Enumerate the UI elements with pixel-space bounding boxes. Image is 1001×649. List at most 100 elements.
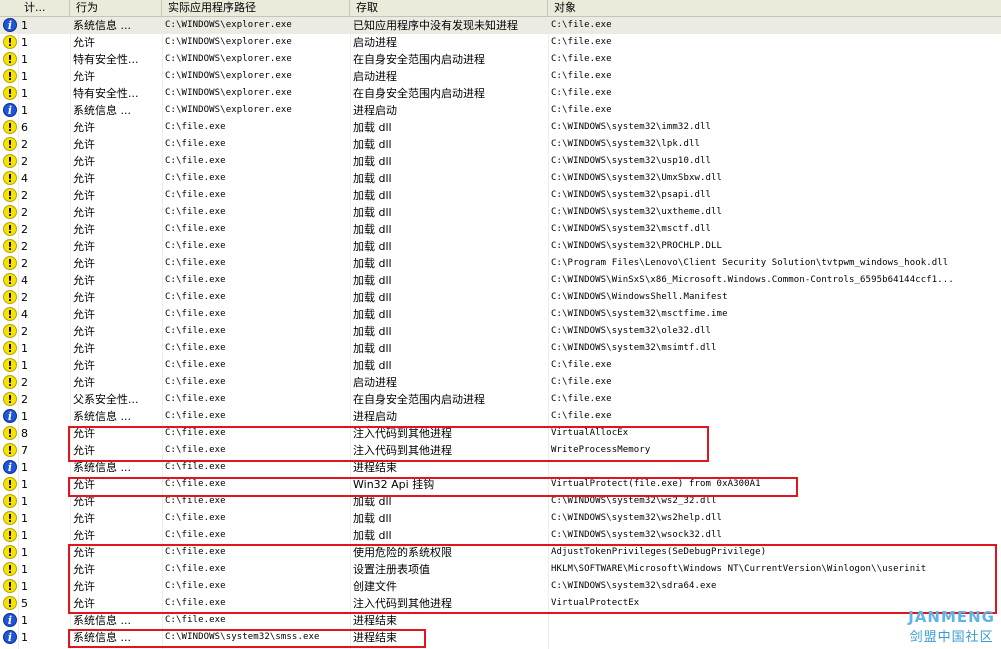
table-row[interactable]: ! 2 允许 C:\file.exe 加载 dll C:\WINDOWS\system32… bbox=[0, 238, 1001, 255]
row-object: C:\Program Files\Lenovo\Client Security … bbox=[551, 258, 949, 268]
table-row[interactable]: ! 1 特有安全性... C:\WINDOWS\explorer.exe 在自身安全范围… bbox=[0, 51, 1001, 68]
table-row[interactable]: ! 2 允许 C:\file.exe 加载 dll C:\WINDOWS\WindowsS… bbox=[0, 289, 1001, 306]
row-path: C:\WINDOWS\explorer.exe bbox=[165, 105, 292, 115]
table-row[interactable]: ! 2 允许 C:\file.exe 加载 dll C:\WINDOWS\system32… bbox=[0, 153, 1001, 170]
row-path: C:\file.exe bbox=[165, 156, 226, 166]
row-path: C:\file.exe bbox=[165, 343, 226, 353]
row-object: C:\WINDOWS\system32\lpk.dll bbox=[551, 139, 700, 149]
table-row[interactable]: ! 1 允许 C:\file.exe 加载 dll C:\file.exe bbox=[0, 357, 1001, 374]
row-access: 使用危险的系统权限 bbox=[353, 546, 452, 559]
row-count: 1 bbox=[21, 53, 28, 66]
row-action: 允许 bbox=[73, 172, 95, 185]
row-count: 1 bbox=[21, 87, 28, 100]
table-row[interactable]: ! 1 允许 C:\file.exe 加载 dll C:\WINDOWS\system32… bbox=[0, 510, 1001, 527]
warning-icon: ! bbox=[3, 375, 17, 389]
row-access: 加载 dll bbox=[353, 240, 392, 253]
table-row[interactable]: ! 6 允许 C:\file.exe 加载 dll C:\WINDOWS\system32… bbox=[0, 119, 1001, 136]
warning-icon: ! bbox=[3, 256, 17, 270]
table-row[interactable]: ! 1 允许 C:\file.exe 加载 dll C:\WINDOWS\system32… bbox=[0, 493, 1001, 510]
table-row[interactable]: ! 2 允许 C:\file.exe 加载 dll C:\WINDOWS\system32… bbox=[0, 187, 1001, 204]
table-row[interactable]: ! 4 允许 C:\file.exe 加载 dll C:\WINDOWS\WinSxS\x… bbox=[0, 272, 1001, 289]
row-count: 1 bbox=[21, 563, 28, 576]
warning-icon: ! bbox=[3, 86, 17, 100]
row-access: 加载 dll bbox=[353, 138, 392, 151]
table-row[interactable]: i 1 系统信息 ... C:\file.exe 进程启动 C:\file.exe bbox=[0, 408, 1001, 425]
row-access: 加载 dll bbox=[353, 359, 392, 372]
row-object: C:\WINDOWS\WinSxS\x86_Microsoft.Windows.… bbox=[551, 275, 954, 285]
table-row[interactable]: ! 1 允许 C:\WINDOWS\explorer.exe 启动进程 C:\file.e… bbox=[0, 34, 1001, 51]
table-row[interactable]: i 1 系统信息 ... C:\WINDOWS\explorer.exe 已知应用程序中… bbox=[0, 17, 1001, 34]
column-header-access[interactable]: 存取 bbox=[350, 0, 548, 16]
warning-icon: ! bbox=[3, 341, 17, 355]
table-row[interactable]: ! 1 允许 C:\file.exe 加载 dll C:\WINDOWS\system32… bbox=[0, 527, 1001, 544]
table-row[interactable]: ! 7 允许 C:\file.exe 注入代码到其他进程 WriteProcessMemo… bbox=[0, 442, 1001, 459]
table-row[interactable]: ! 1 允许 C:\WINDOWS\explorer.exe 启动进程 C:\file.e… bbox=[0, 68, 1001, 85]
row-access: 已知应用程序中没有发现未知进程 bbox=[353, 19, 518, 32]
row-access: 注入代码到其他进程 bbox=[353, 444, 452, 457]
column-header-object[interactable]: 对象 bbox=[548, 0, 1001, 16]
row-count: 1 bbox=[21, 104, 28, 117]
row-object: C:\WINDOWS\system32\msimtf.dll bbox=[551, 343, 717, 353]
table-row[interactable]: ! 1 允许 C:\file.exe Win32 Api 挂钩 VirtualProtec… bbox=[0, 476, 1001, 493]
info-icon: i bbox=[3, 613, 17, 627]
row-action: 允许 bbox=[73, 325, 95, 338]
table-row[interactable]: ! 1 特有安全性... C:\WINDOWS\explorer.exe 在自身安全范围… bbox=[0, 85, 1001, 102]
table-row[interactable]: ! 8 允许 C:\file.exe 注入代码到其他进程 VirtualAllocEx bbox=[0, 425, 1001, 442]
row-count: 2 bbox=[21, 376, 28, 389]
column-header-count[interactable]: 计... bbox=[18, 0, 70, 16]
row-path: C:\file.exe bbox=[165, 139, 226, 149]
table-row[interactable]: i 1 系统信息 ... C:\file.exe 进程结束 bbox=[0, 612, 1001, 629]
table-row[interactable]: ! 2 允许 C:\file.exe 加载 dll C:\WINDOWS\system32… bbox=[0, 323, 1001, 340]
row-count: 1 bbox=[21, 495, 28, 508]
table-row[interactable]: i 1 系统信息 ... C:\file.exe 进程结束 bbox=[0, 459, 1001, 476]
row-action: 允许 bbox=[73, 155, 95, 168]
watermark-logo-text: JANMENG bbox=[908, 608, 995, 626]
table-row[interactable]: ! 2 允许 C:\file.exe 加载 dll C:\Program Files\Le… bbox=[0, 255, 1001, 272]
row-path: C:\WINDOWS\explorer.exe bbox=[165, 20, 292, 30]
warning-icon: ! bbox=[3, 222, 17, 236]
column-header-bar: 计... 行为 实际应用程序路径 存取 对象 bbox=[0, 0, 1001, 17]
table-row[interactable]: ! 1 允许 C:\file.exe 创建文件 C:\WINDOWS\system32\s… bbox=[0, 578, 1001, 595]
table-row[interactable]: ! 2 允许 C:\file.exe 启动进程 C:\file.exe bbox=[0, 374, 1001, 391]
warning-icon: ! bbox=[3, 545, 17, 559]
row-action: 允许 bbox=[73, 427, 95, 440]
table-row[interactable]: ! 2 允许 C:\file.exe 加载 dll C:\WINDOWS\system32… bbox=[0, 221, 1001, 238]
row-action: 系统信息 ... bbox=[73, 19, 131, 32]
row-path: C:\WINDOWS\explorer.exe bbox=[165, 71, 292, 81]
table-row[interactable]: ! 2 允许 C:\file.exe 加载 dll C:\WINDOWS\system32… bbox=[0, 204, 1001, 221]
warning-icon: ! bbox=[3, 477, 17, 491]
table-row[interactable]: ! 5 允许 C:\file.exe 注入代码到其他进程 VirtualProtectEx bbox=[0, 595, 1001, 612]
watermark-site-name: 剑盟中国社区 bbox=[909, 630, 994, 645]
row-action: 允许 bbox=[73, 138, 95, 151]
row-path: C:\file.exe bbox=[165, 122, 226, 132]
row-count: 1 bbox=[21, 461, 28, 474]
row-action: 允许 bbox=[73, 189, 95, 202]
row-access: 注入代码到其他进程 bbox=[353, 427, 452, 440]
row-count: 2 bbox=[21, 257, 28, 270]
row-access: 加载 dll bbox=[353, 342, 392, 355]
table-row[interactable]: ! 1 允许 C:\file.exe 加载 dll C:\WINDOWS\system32… bbox=[0, 340, 1001, 357]
row-access: 加载 dll bbox=[353, 291, 392, 304]
table-row[interactable]: ! 4 允许 C:\file.exe 加载 dll C:\WINDOWS\system32… bbox=[0, 170, 1001, 187]
row-count: 6 bbox=[21, 121, 28, 134]
row-access: 进程启动 bbox=[353, 410, 397, 423]
column-header-path[interactable]: 实际应用程序路径 bbox=[162, 0, 350, 16]
table-row[interactable]: i 1 系统信息 ... C:\WINDOWS\explorer.exe 进程启动 C:\… bbox=[0, 102, 1001, 119]
row-object: C:\WINDOWS\system32\sdra64.exe bbox=[551, 581, 717, 591]
row-object: AdjustTokenPrivileges(SeDebugPrivilege) bbox=[551, 547, 767, 557]
table-row[interactable]: ! 4 允许 C:\file.exe 加载 dll C:\WINDOWS\system32… bbox=[0, 306, 1001, 323]
warning-icon: ! bbox=[3, 307, 17, 321]
info-icon: i bbox=[3, 409, 17, 423]
row-access: 加载 dll bbox=[353, 308, 392, 321]
row-path: C:\file.exe bbox=[165, 615, 226, 625]
column-header-action[interactable]: 行为 bbox=[70, 0, 162, 16]
table-row[interactable]: ! 2 父系安全性... C:\file.exe 在自身安全范围内启动进程 C:\file… bbox=[0, 391, 1001, 408]
table-row[interactable]: ! 1 允许 C:\file.exe 设置注册表项值 HKLM\SOFTWARE\Micr… bbox=[0, 561, 1001, 578]
table-row[interactable]: i 1 系统信息 ... C:\WINDOWS\system32\smss.exe 进程… bbox=[0, 629, 1001, 646]
row-count: 1 bbox=[21, 70, 28, 83]
row-count: 1 bbox=[21, 478, 28, 491]
table-row[interactable]: ! 2 允许 C:\file.exe 加载 dll C:\WINDOWS\system32… bbox=[0, 136, 1001, 153]
table-row[interactable]: ! 1 允许 C:\file.exe 使用危险的系统权限 AdjustTokenPrivi… bbox=[0, 544, 1001, 561]
row-count: 2 bbox=[21, 240, 28, 253]
row-access: 进程启动 bbox=[353, 104, 397, 117]
